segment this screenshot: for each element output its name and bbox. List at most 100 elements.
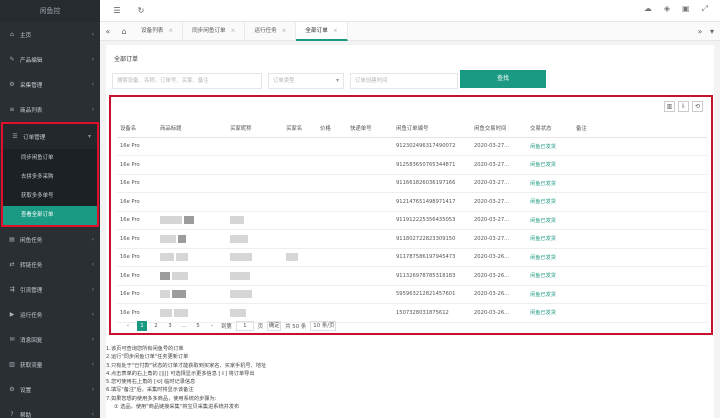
col-header[interactable]: 快递单号 [347,120,393,138]
col-header[interactable]: 闲鱼订单编号 [393,120,471,138]
sidebar-sub-pdd-purchase[interactable]: 去拼多多采购 [3,168,97,187]
table-row[interactable]: 16e Pro 912147651498971417 2020-03-27...… [117,192,707,212]
keyword-search-input[interactable]: 搜索设备、名称、订单号、买家、备注 [112,73,262,89]
sidebar-item-get-traffic[interactable]: ▥ 获取流量 ‹ [0,352,100,377]
col-header[interactable]: 买家昵称 [227,120,283,138]
table-row[interactable]: 16e Pro 911661826036197166 2020-03-27...… [117,174,707,193]
redacted-block [171,271,188,280]
cell-price [317,303,347,323]
chat-icon: ✉ [9,335,15,343]
sidebar-item-product-edit[interactable]: ✎ 产品编辑 ‹ [0,47,100,72]
refresh-icon[interactable]: ↻ [134,4,148,18]
cell-tracking [347,285,393,304]
sidebar-item-collect[interactable]: ⚙ 采集管理 ‹ [0,72,100,97]
col-header[interactable]: 闲鱼交易时间 [471,120,527,138]
tab-all-orders[interactable]: 全部订单 × [296,21,348,41]
cell-price [317,137,347,156]
note-line: 4.点击表单的右上角的 [|||] 可选择显示更多信息 [⇩] 将订单导出 [106,370,255,377]
search-button[interactable]: 查找 [460,70,546,88]
redacted-block [230,271,250,280]
order-type-select[interactable]: 订单类型 [268,73,344,89]
page-unit-label: 页 [257,324,264,330]
sidebar-item-products[interactable]: ≡ 商品列表 ‹ [0,97,100,122]
col-header[interactable]: 买家名 [283,120,317,138]
page-number[interactable]: 3 [165,321,175,331]
tab-scroll-left-icon[interactable]: « [100,27,116,36]
cell-tracking [347,155,393,175]
fullscreen-icon[interactable]: ⤢ [702,4,708,14]
cell-price [317,192,347,212]
tag-icon[interactable]: ◈ [664,4,670,14]
sidebar-sub-sync-orders[interactable]: 同步闲鱼订单 [3,149,97,168]
col-header[interactable]: 备注 [573,120,707,138]
goto-confirm-button[interactable]: 确定 [267,321,282,331]
tab-run-tasks[interactable]: 运行任务 × [245,21,297,41]
table-body: 16e Pro 912302496317490072 2020-03-27...… [117,137,707,323]
table-row[interactable]: 16e Pro 911787586197945473 2020-03-26...… [117,248,707,267]
page-number[interactable]: 2 [151,321,161,331]
table-row[interactable]: 16e Pro 912302496317490072 2020-03-27...… [117,137,707,156]
cell-tracking [347,266,393,286]
sidebar-sub-pdd-tracking[interactable]: 获取多多单号 [3,187,97,206]
sidebar-item-xianyu-tasks[interactable]: ▤ 闲鱼任务 ‹ [0,227,100,252]
table-row[interactable]: 16e Pro 912583650765344871 2020-03-27...… [117,155,707,175]
table-row[interactable]: 16e Pro 595963212821457601 2020-03-26...… [117,285,707,304]
columns-icon[interactable]: ▥ [664,101,675,112]
cell-buyer-nick [227,303,283,323]
cell-note [573,248,707,267]
table-row[interactable]: 16e Pro 911912225356435053 2020-03-27...… [117,211,707,230]
table-row[interactable]: 16e Pro 1507328031875612 2020-03-26... 闲… [117,303,707,323]
tab-device-list[interactable]: 设备列表 × [132,21,184,41]
sidebar-item-run-tasks[interactable]: ▶ 运行任务 ‹ [0,302,100,327]
settings-icon: ⚙ [9,385,15,393]
redacted-block [160,253,174,262]
col-header[interactable]: 交易状态 [527,120,573,138]
page-number[interactable]: 5 [193,321,203,331]
sidebar-item-traffic[interactable]: ⇶ 引流管理 ‹ [0,277,100,302]
sidebar-item-label: 帮助 [20,412,32,418]
goto-page-input[interactable]: 1 [235,321,254,331]
gear-icon: ⚙ [9,80,15,88]
history-icon[interactable]: ⟲ [692,101,703,112]
order-date-input[interactable]: 订单创建时间 [350,73,458,89]
col-header[interactable]: 价格 [317,120,347,138]
tab-sync-orders[interactable]: 同步闲鱼订单 × [183,21,246,41]
page-number[interactable]: 1 [137,321,147,331]
cell-status: 闲鱼已发货 [527,229,573,249]
help-icon: ? [10,410,14,418]
menu-toggle-icon[interactable]: ☰ [110,4,124,18]
sidebar-item-orders[interactable]: ☰ 订单管理 ▾ [3,124,97,149]
table-row[interactable]: 16e Pro 911802722823309150 2020-03-27...… [117,229,707,249]
redacted-block [173,308,188,317]
cell-note [573,137,707,156]
close-icon[interactable]: × [282,28,287,34]
home-icon: ⌂ [10,30,14,38]
close-icon[interactable]: × [231,28,236,34]
sidebar-item-link-tasks[interactable]: ⇄ 转链任务 ‹ [0,252,100,277]
cell-status: 闲鱼已发货 [527,266,573,286]
sidebar-item-home[interactable]: ⌂ 主页 ‹ [0,22,100,47]
redacted-block [230,290,252,299]
sidebar-item-replies[interactable]: ✉ 消息回复 ‹ [0,327,100,352]
table-row[interactable]: 16e Pro 911326978785318183 2020-03-26...… [117,266,707,286]
tab-label: 运行任务 [254,27,277,34]
export-icon[interactable]: ⇩ [678,101,689,112]
tab-menu-icon[interactable]: ▾ [704,27,720,36]
next-page-icon[interactable]: › [207,321,217,331]
table-header-row: 设备名 商品标题 买家昵称 买家名 价格 快递单号 闲鱼订单编号 闲鱼交易时间 … [117,120,707,138]
cell-device: 16e Pro [117,285,157,304]
sidebar-item-help[interactable]: ? 帮助 ‹ [0,402,100,418]
col-header[interactable]: 商品标题 [157,120,227,138]
close-icon[interactable]: × [168,28,173,34]
sidebar-sub-all-orders[interactable]: 查看全部订单 [3,206,97,225]
sidebar-item-settings[interactable]: ⚙ 设置 ‹ [0,377,100,402]
cloud-icon[interactable]: ☁ [644,4,652,14]
close-icon[interactable]: × [333,28,338,34]
home-tab-icon[interactable]: ⌂ [116,27,132,36]
redacted-block [160,271,170,280]
cell-order-no: 911912225356435053 [393,211,471,230]
prev-page-icon[interactable]: ‹ [123,321,133,331]
col-header[interactable]: 设备名 [117,120,157,138]
page-size-select[interactable]: 10 条/页 [310,321,337,331]
bell-icon[interactable]: ▣ [682,4,690,14]
